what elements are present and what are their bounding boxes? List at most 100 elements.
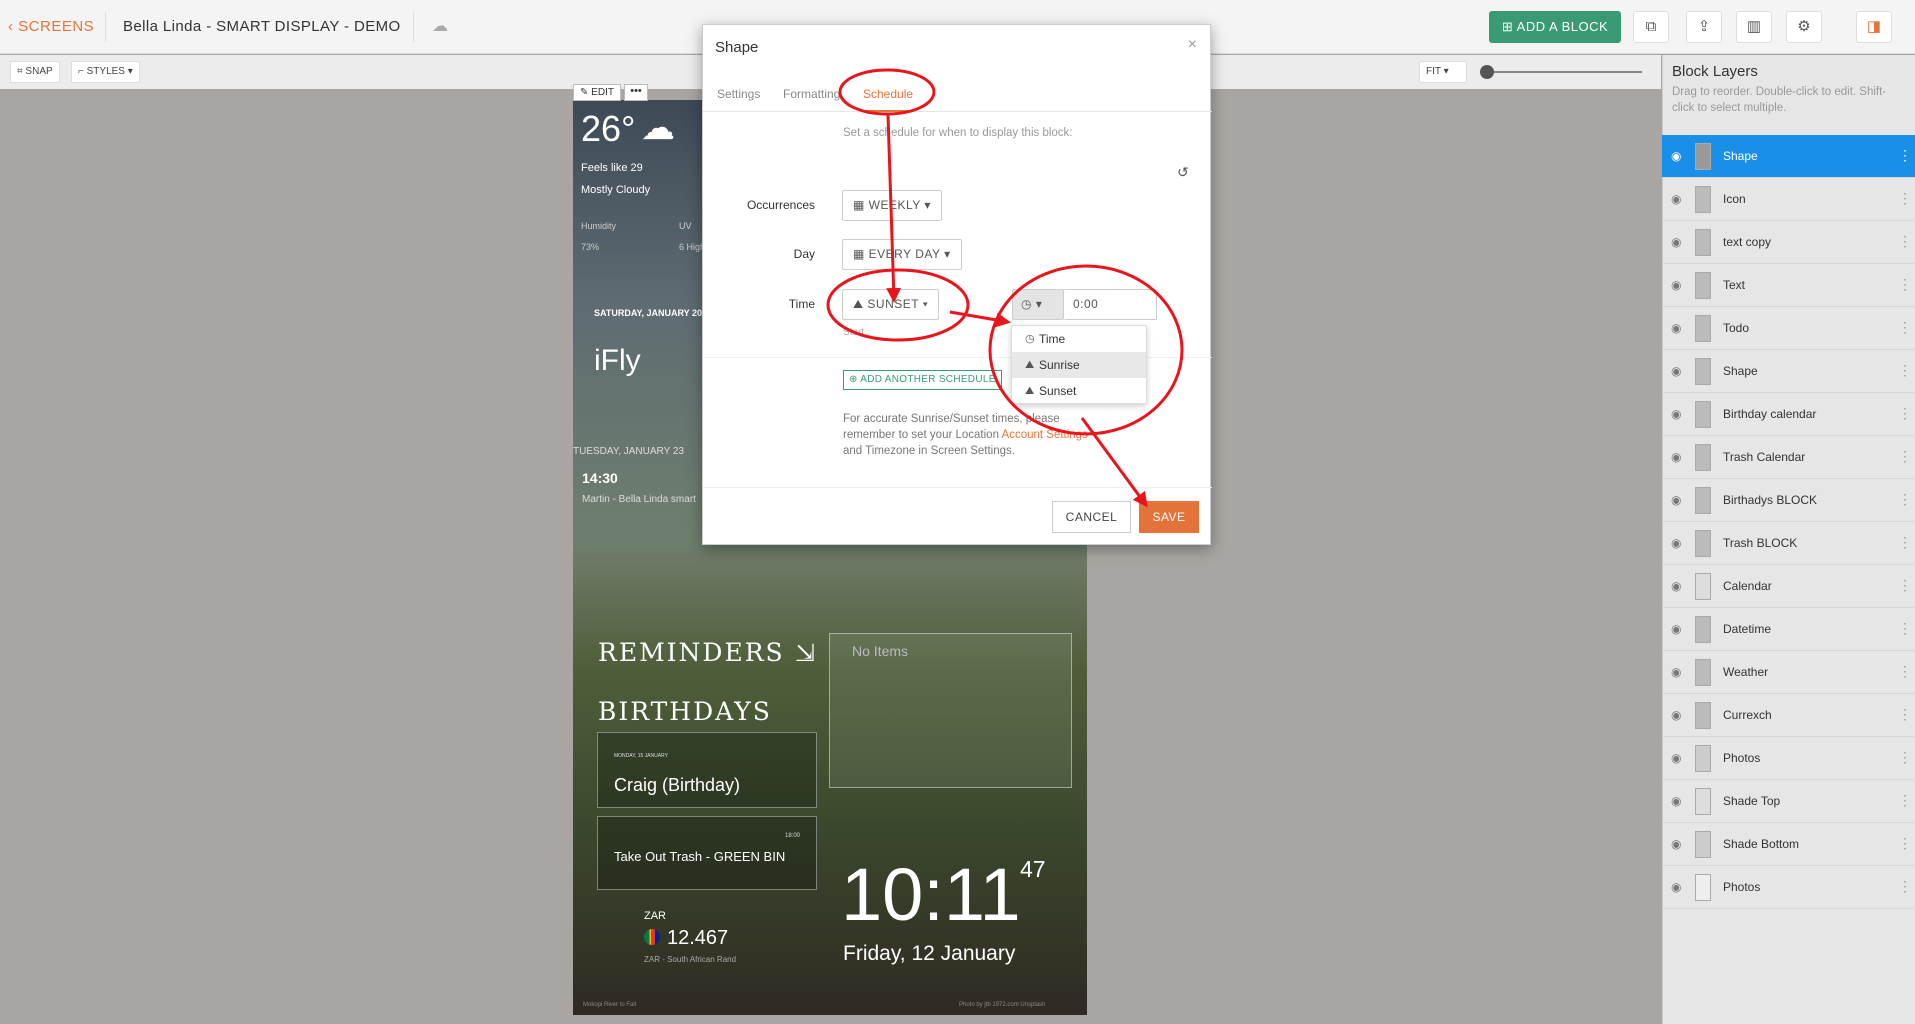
eye-icon[interactable]: ◉: [1671, 880, 1681, 894]
layer-item[interactable]: ◉ Calendar ⋮: [1662, 565, 1915, 608]
layer-menu-icon[interactable]: ⋮: [1898, 577, 1912, 594]
menu-item-sunset[interactable]: ⛰ Sunset: [1012, 378, 1146, 404]
layer-item[interactable]: ◉ Shade Top ⋮: [1662, 780, 1915, 823]
layer-item[interactable]: ◉ Shade Bottom ⋮: [1662, 823, 1915, 866]
more-options-icon[interactable]: •••: [624, 84, 648, 101]
account-settings-link[interactable]: Account Settings: [1002, 429, 1088, 441]
eye-icon[interactable]: ◉: [1671, 665, 1681, 679]
zoom-slider-handle[interactable]: [1480, 65, 1494, 79]
time-offset-input[interactable]: 0:00: [1064, 289, 1157, 320]
add-schedule-button[interactable]: ⊕ ADD ANOTHER SCHEDULE: [843, 370, 1002, 390]
menu-item-time[interactable]: ◷ Time: [1012, 326, 1146, 352]
menu-item-sunrise[interactable]: ⛰ Sunrise: [1012, 352, 1146, 378]
layer-item[interactable]: ◉ Icon ⋮: [1662, 178, 1915, 221]
preview-icon[interactable]: ⧉: [1633, 11, 1669, 43]
layer-menu-icon[interactable]: ⋮: [1898, 147, 1912, 164]
layer-menu-icon[interactable]: ⋮: [1898, 405, 1912, 422]
edit-block-button[interactable]: ✎ EDIT: [573, 84, 621, 101]
eye-icon[interactable]: ◉: [1671, 364, 1681, 378]
zoom-slider[interactable]: [1482, 71, 1642, 73]
currency-value: 12.467: [667, 927, 729, 949]
layer-menu-icon[interactable]: ⋮: [1898, 319, 1912, 336]
eye-icon[interactable]: ◉: [1671, 192, 1681, 206]
layer-menu-icon[interactable]: ⋮: [1898, 276, 1912, 293]
layer-item[interactable]: ◉ Text ⋮: [1662, 264, 1915, 307]
layer-item[interactable]: ◉ Trash Calendar ⋮: [1662, 436, 1915, 479]
analytics-icon[interactable]: ▥: [1736, 11, 1772, 43]
styles-dropdown[interactable]: ⌐ STYLES ▾: [71, 61, 140, 83]
eye-icon[interactable]: ◉: [1671, 235, 1681, 249]
layer-item[interactable]: ◉ Datetime ⋮: [1662, 608, 1915, 651]
eye-icon[interactable]: ◉: [1671, 794, 1681, 808]
layer-thumbnail: [1695, 444, 1711, 471]
occurrences-dropdown[interactable]: ▦ WEEKLY ▾: [842, 190, 942, 221]
layer-item[interactable]: ◉ Todo ⋮: [1662, 307, 1915, 350]
layer-item[interactable]: ◉ Weather ⋮: [1662, 651, 1915, 694]
layer-menu-icon[interactable]: ⋮: [1898, 534, 1912, 551]
layer-item[interactable]: ◉ Shape ⋮: [1662, 350, 1915, 393]
layer-item[interactable]: ◉ Photos ⋮: [1662, 866, 1915, 909]
tab-formatting[interactable]: Formatting: [783, 87, 840, 101]
layer-menu-icon[interactable]: ⋮: [1898, 491, 1912, 508]
add-block-button[interactable]: ⊞ ADD A BLOCK: [1489, 11, 1621, 43]
location-note: For accurate Sunrise/Sunset times, pleas…: [843, 413, 1088, 457]
plus-circle-icon: ⊕: [849, 374, 861, 385]
calendar-icon: ▦: [853, 198, 869, 212]
reset-icon[interactable]: ↺: [1177, 164, 1189, 181]
snap-button[interactable]: ⌗ SNAP: [10, 61, 60, 83]
panel-toggle-icon[interactable]: ◨: [1856, 11, 1892, 43]
layer-menu-icon[interactable]: ⋮: [1898, 362, 1912, 379]
zoom-fit-dropdown[interactable]: FIT ▾: [1419, 61, 1467, 83]
layer-item[interactable]: ◉ Trash BLOCK ⋮: [1662, 522, 1915, 565]
eye-icon[interactable]: ◉: [1671, 321, 1681, 335]
layer-menu-icon[interactable]: ⋮: [1898, 233, 1912, 250]
layer-menu-icon[interactable]: ⋮: [1898, 448, 1912, 465]
time-label: Time: [788, 297, 815, 311]
eye-icon[interactable]: ◉: [1671, 622, 1681, 636]
eye-icon[interactable]: ◉: [1671, 149, 1681, 163]
layer-item[interactable]: ◉ Photos ⋮: [1662, 737, 1915, 780]
eye-icon[interactable]: ◉: [1671, 493, 1681, 507]
save-button[interactable]: SAVE: [1139, 501, 1199, 533]
tab-settings[interactable]: Settings: [717, 87, 760, 101]
eye-icon[interactable]: ◉: [1671, 407, 1681, 421]
cancel-button[interactable]: CANCEL: [1052, 501, 1131, 533]
eye-icon[interactable]: ◉: [1671, 837, 1681, 851]
close-icon[interactable]: ×: [1188, 36, 1197, 54]
layer-menu-icon[interactable]: ⋮: [1898, 706, 1912, 723]
layer-menu-icon[interactable]: ⋮: [1898, 620, 1912, 637]
eye-icon[interactable]: ◉: [1671, 278, 1681, 292]
eye-icon[interactable]: ◉: [1671, 708, 1681, 722]
layer-menu-icon[interactable]: ⋮: [1898, 190, 1912, 207]
eye-icon[interactable]: ◉: [1671, 450, 1681, 464]
layer-item[interactable]: ◉ text copy ⋮: [1662, 221, 1915, 264]
layer-item[interactable]: ◉ Birthadys BLOCK ⋮: [1662, 479, 1915, 522]
eye-icon[interactable]: ◉: [1671, 579, 1681, 593]
layer-name: Photos: [1723, 751, 1761, 765]
share-icon[interactable]: ⇪: [1686, 11, 1722, 43]
layer-menu-icon[interactable]: ⋮: [1898, 663, 1912, 680]
gear-icon[interactable]: ⚙: [1786, 11, 1822, 43]
layer-menu-icon[interactable]: ⋮: [1898, 792, 1912, 809]
eye-icon[interactable]: ◉: [1671, 536, 1681, 550]
layer-thumbnail: [1695, 358, 1711, 385]
modal-tabs: Settings Formatting Schedule: [703, 72, 1212, 112]
occurrences-label: Occurrences: [746, 198, 815, 212]
layer-menu-icon[interactable]: ⋮: [1898, 835, 1912, 852]
layer-thumbnail: [1695, 401, 1711, 428]
layer-item[interactable]: ◉ Birthday calendar ⋮: [1662, 393, 1915, 436]
eye-icon[interactable]: ◉: [1671, 751, 1681, 765]
layer-menu-icon[interactable]: ⋮: [1898, 878, 1912, 895]
time-type-dropdown[interactable]: ⛰ SUNSET ▾: [842, 289, 940, 320]
layer-menu-icon[interactable]: ⋮: [1898, 749, 1912, 766]
screens-back-link[interactable]: ‹ SCREENS: [8, 18, 94, 35]
layer-item[interactable]: ◉ Shape ⋮: [1662, 135, 1915, 178]
day-dropdown[interactable]: ▦ EVERY DAY ▾: [842, 239, 962, 270]
layer-name: text copy: [1723, 235, 1772, 249]
paint-roller-icon: ⌐: [78, 66, 87, 77]
layer-item[interactable]: ◉ Currexch ⋮: [1662, 694, 1915, 737]
clock-icon: ◷: [1021, 297, 1032, 311]
time-mode-dropdown[interactable]: ◷ ▾: [1012, 289, 1064, 320]
calendar-icon: ▦: [853, 247, 869, 261]
tab-schedule[interactable]: Schedule: [863, 87, 914, 112]
